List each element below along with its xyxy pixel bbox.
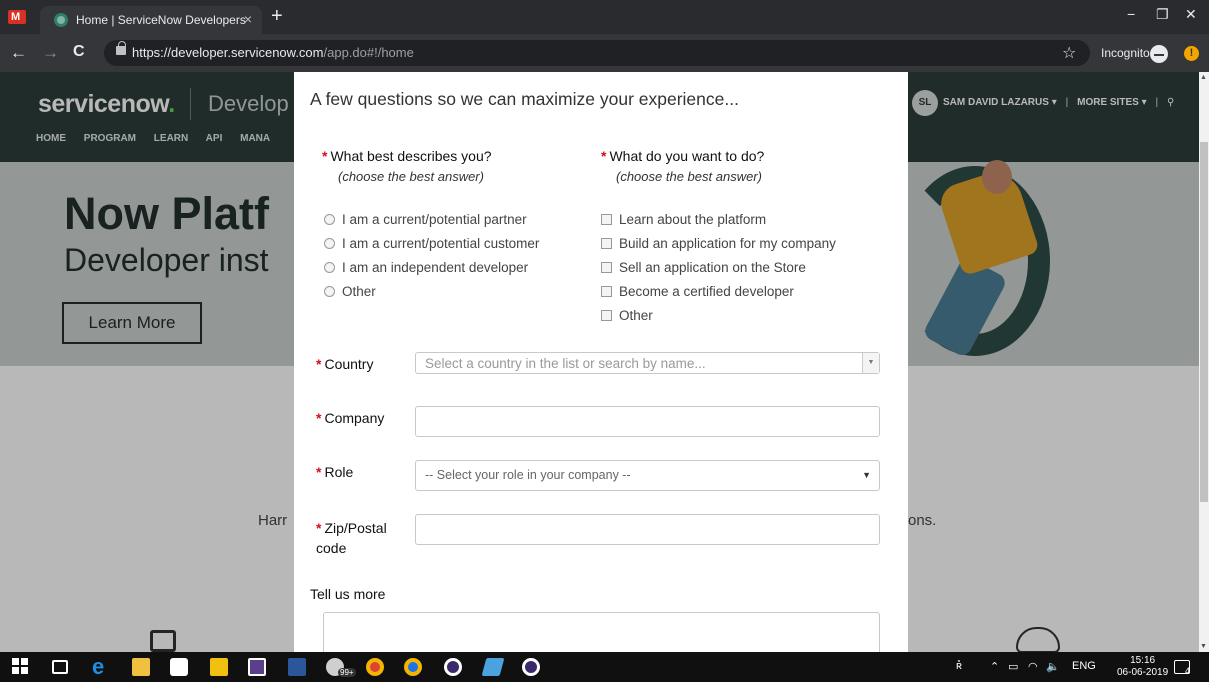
close-window-button[interactable]: ✕ (1185, 6, 1197, 23)
chrome-incognito-icon[interactable] (404, 658, 422, 676)
address-bar[interactable]: https://developer.servicenow.com/app.do#… (104, 40, 1090, 66)
incognito-label: Incognito (1101, 46, 1150, 60)
checkbox[interactable] (601, 238, 612, 249)
file-explorer-icon[interactable] (132, 658, 150, 676)
q2-option-certified[interactable]: Become a certified developer (601, 284, 794, 302)
company-input[interactable] (415, 406, 880, 437)
q2-option-other[interactable]: Other (601, 308, 653, 326)
radio-button[interactable] (324, 238, 335, 249)
chrome-icon[interactable] (366, 658, 384, 676)
battery-icon[interactable]: ▭ (1008, 660, 1018, 673)
tab-close-icon[interactable]: × (244, 11, 252, 27)
bookmark-star-icon[interactable]: ☆ (1062, 43, 1076, 63)
incognito-icon (1150, 45, 1168, 63)
role-label: * Role (316, 464, 354, 480)
clock[interactable]: 15:16 06-06-2019 (1117, 655, 1168, 679)
onboarding-modal: A few questions so we can maximize your … (294, 72, 908, 652)
role-select[interactable]: -- Select your role in your company -- ▼ (415, 460, 880, 491)
new-tab-button[interactable]: + (271, 6, 283, 26)
tell-us-more-textarea[interactable] (323, 612, 880, 652)
gmail-letter: M (11, 11, 21, 23)
extension-warning-icon[interactable]: ! (1184, 46, 1199, 61)
scroll-down-icon[interactable]: ▼ (1200, 643, 1207, 650)
notification-count: 4 (1185, 666, 1191, 676)
q1-option-independent[interactable]: I am an independent developer (324, 260, 528, 278)
chevron-up-icon[interactable]: ⌃ (990, 660, 999, 673)
windows-taskbar: e 99+ ʀ̊ ⌃ ▭ ◠ 🔈 ENG 15:16 06-06-2019 4 (0, 652, 1209, 682)
q2-option-build[interactable]: Build an application for my company (601, 236, 836, 254)
company-label: * Company (316, 410, 385, 426)
tab-title: Home | ServiceNow Developers (76, 13, 246, 27)
language-indicator[interactable]: ENG (1072, 660, 1096, 672)
eclipse-icon[interactable] (444, 658, 462, 676)
reload-button[interactable]: C (73, 43, 85, 61)
gmail-tab-icon[interactable]: M (8, 10, 26, 24)
chevron-down-icon[interactable]: ▼ (862, 470, 871, 480)
edge-icon[interactable]: e (92, 654, 110, 679)
restore-button[interactable]: ❐ (1156, 6, 1169, 23)
modal-title: A few questions so we can maximize your … (310, 89, 739, 109)
checkbox[interactable] (601, 286, 612, 297)
mail-badge: 99+ (338, 668, 356, 677)
q1-subheading: (choose the best answer) (338, 169, 484, 184)
windows-start-icon[interactable] (12, 658, 30, 676)
required-marker: * (322, 148, 328, 164)
store-icon[interactable] (170, 658, 188, 676)
q2-heading: * What do you want to do? (601, 148, 764, 164)
app-icon-purple[interactable] (248, 658, 266, 676)
tab-strip: M Home | ServiceNow Developers × + − ❐ ✕ (0, 0, 1209, 34)
editor-icon[interactable] (481, 658, 505, 676)
q1-option-other[interactable]: Other (324, 284, 376, 302)
checkbox[interactable] (601, 214, 612, 225)
radio-button[interactable] (324, 286, 335, 297)
country-label: * Country (316, 356, 374, 372)
chevron-down-icon[interactable]: ▼ (862, 353, 879, 373)
people-icon[interactable]: ʀ̊ (956, 660, 962, 672)
zip-input[interactable] (415, 514, 880, 545)
clock-time: 15:16 (1130, 655, 1156, 666)
minimize-button[interactable]: − (1127, 6, 1135, 22)
wifi-icon[interactable]: ◠ (1028, 660, 1038, 673)
q1-heading: * What best describes you? (322, 148, 492, 164)
checkbox[interactable] (601, 262, 612, 273)
tab-servicenow[interactable]: Home | ServiceNow Developers × (40, 6, 262, 34)
q2-option-sell[interactable]: Sell an application on the Store (601, 260, 806, 278)
servicenow-favicon-icon (54, 13, 68, 27)
q2-subheading: (choose the best answer) (616, 169, 762, 184)
browser-toolbar: ← → C https://developer.servicenow.com/a… (0, 34, 1209, 72)
radio-button[interactable] (324, 262, 335, 273)
tell-us-more-label: Tell us more (310, 586, 386, 602)
radio-button[interactable] (324, 214, 335, 225)
word-icon[interactable] (288, 658, 306, 676)
sticky-notes-icon[interactable] (210, 658, 228, 676)
role-selected-value: -- Select your role in your company -- (425, 468, 631, 482)
forward-button[interactable]: → (42, 43, 59, 63)
page-scrollbar[interactable]: ▲ ▼ (1199, 72, 1209, 652)
q1-option-partner[interactable]: I am a current/potential partner (324, 212, 527, 230)
required-marker: * (601, 148, 607, 164)
back-button[interactable]: ← (10, 43, 27, 63)
q1-option-customer[interactable]: I am a current/potential customer (324, 236, 539, 254)
eclipse-icon-2[interactable] (522, 658, 540, 676)
country-placeholder: Select a country in the list or search b… (425, 356, 706, 371)
clock-date: 06-06-2019 (1117, 667, 1169, 678)
q1-heading-text: What best describes you? (330, 148, 492, 164)
country-select[interactable]: Select a country in the list or search b… (415, 352, 880, 374)
volume-icon[interactable]: 🔈 (1046, 660, 1060, 673)
task-view-icon[interactable] (52, 660, 68, 674)
zip-label: * Zip/Postal code (316, 520, 387, 556)
q2-option-learn[interactable]: Learn about the platform (601, 212, 766, 230)
url-text: https://developer.servicenow.com/app.do#… (132, 45, 414, 60)
scroll-up-icon[interactable]: ▲ (1200, 74, 1207, 81)
q2-heading-text: What do you want to do? (609, 148, 765, 164)
lock-icon (116, 41, 126, 55)
checkbox[interactable] (601, 310, 612, 321)
scroll-thumb[interactable] (1200, 142, 1208, 502)
